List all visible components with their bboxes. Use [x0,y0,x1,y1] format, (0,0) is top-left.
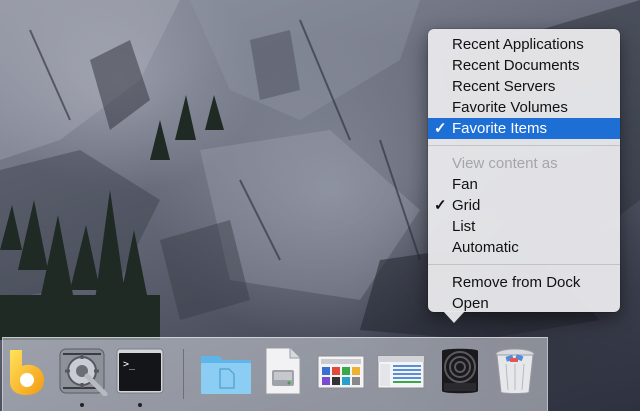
dock-item-documents-folder[interactable] [199,348,251,398]
dock-item-terminal[interactable]: >_ [116,348,166,398]
menu-item-view-list[interactable]: List [428,216,620,237]
menu-item-label: Recent Documents [452,57,580,74]
menu-item-remove-from-dock[interactable]: Remove from Dock [428,272,620,293]
screenshot-stack-icon [317,355,365,389]
checkmark-icon: ✓ [434,120,447,137]
menu-item-label: Favorite Items [452,120,548,137]
dock-stack-context-menu: Recent Applications Recent Documents Rec… [428,29,620,312]
trash-icon [495,348,535,394]
menu-pointer-arrow [443,311,465,323]
menu-item-label: Open [452,295,489,312]
menu-item-recent-servers[interactable]: Recent Servers [428,76,620,97]
menu-item-favorite-volumes[interactable]: Favorite Volumes [428,97,620,118]
menu-item-view-automatic[interactable]: Automatic [428,237,620,258]
menu-item-label: Recent Servers [452,78,556,95]
menu-item-recent-applications[interactable]: Recent Applications [428,34,620,55]
dock-item-finder-window-stack[interactable] [376,352,426,402]
terminal-icon: >_ [116,348,164,394]
dock-item-b-app[interactable] [2,346,52,396]
dock-item-recent-items-stack[interactable] [434,345,484,395]
dock-divider [183,349,184,399]
menu-item-label: Favorite Volumes [452,99,568,116]
dock-item-trash[interactable] [492,346,542,396]
recent-items-stack-icon [442,348,478,394]
menu-separator [428,264,620,265]
menu-separator [428,145,620,146]
menu-item-label: Fan [452,176,478,193]
menu-item-label: List [452,218,476,235]
system-preferences-icon [59,348,108,396]
menu-item-label: Recent Applications [452,36,584,53]
menu-header-view-content-as: View content as [428,153,620,174]
finder-window-icon [377,355,425,389]
menu-item-recent-documents[interactable]: Recent Documents [428,55,620,76]
running-indicator [138,403,142,407]
disk-utility-icon [265,347,301,395]
dock-item-screenshot-stack[interactable] [316,352,366,402]
menu-item-view-fan[interactable]: Fan [428,174,620,195]
menu-item-favorite-items[interactable]: ✓ Favorite Items [428,118,620,139]
dock-item-disk-utility[interactable] [262,346,312,396]
folder-icon [201,356,251,394]
dock-item-system-preferences[interactable] [57,346,108,396]
terminal-prompt: >_ [123,359,136,370]
menu-item-label: Remove from Dock [452,274,581,291]
menu-item-view-grid[interactable]: ✓ Grid [428,195,620,216]
checkmark-icon: ✓ [434,197,447,214]
b-app-icon [10,350,44,395]
menu-item-label: Grid [452,197,481,214]
menu-item-label: Automatic [452,239,519,256]
running-indicator [80,403,84,407]
menu-header-label: View content as [452,155,558,172]
